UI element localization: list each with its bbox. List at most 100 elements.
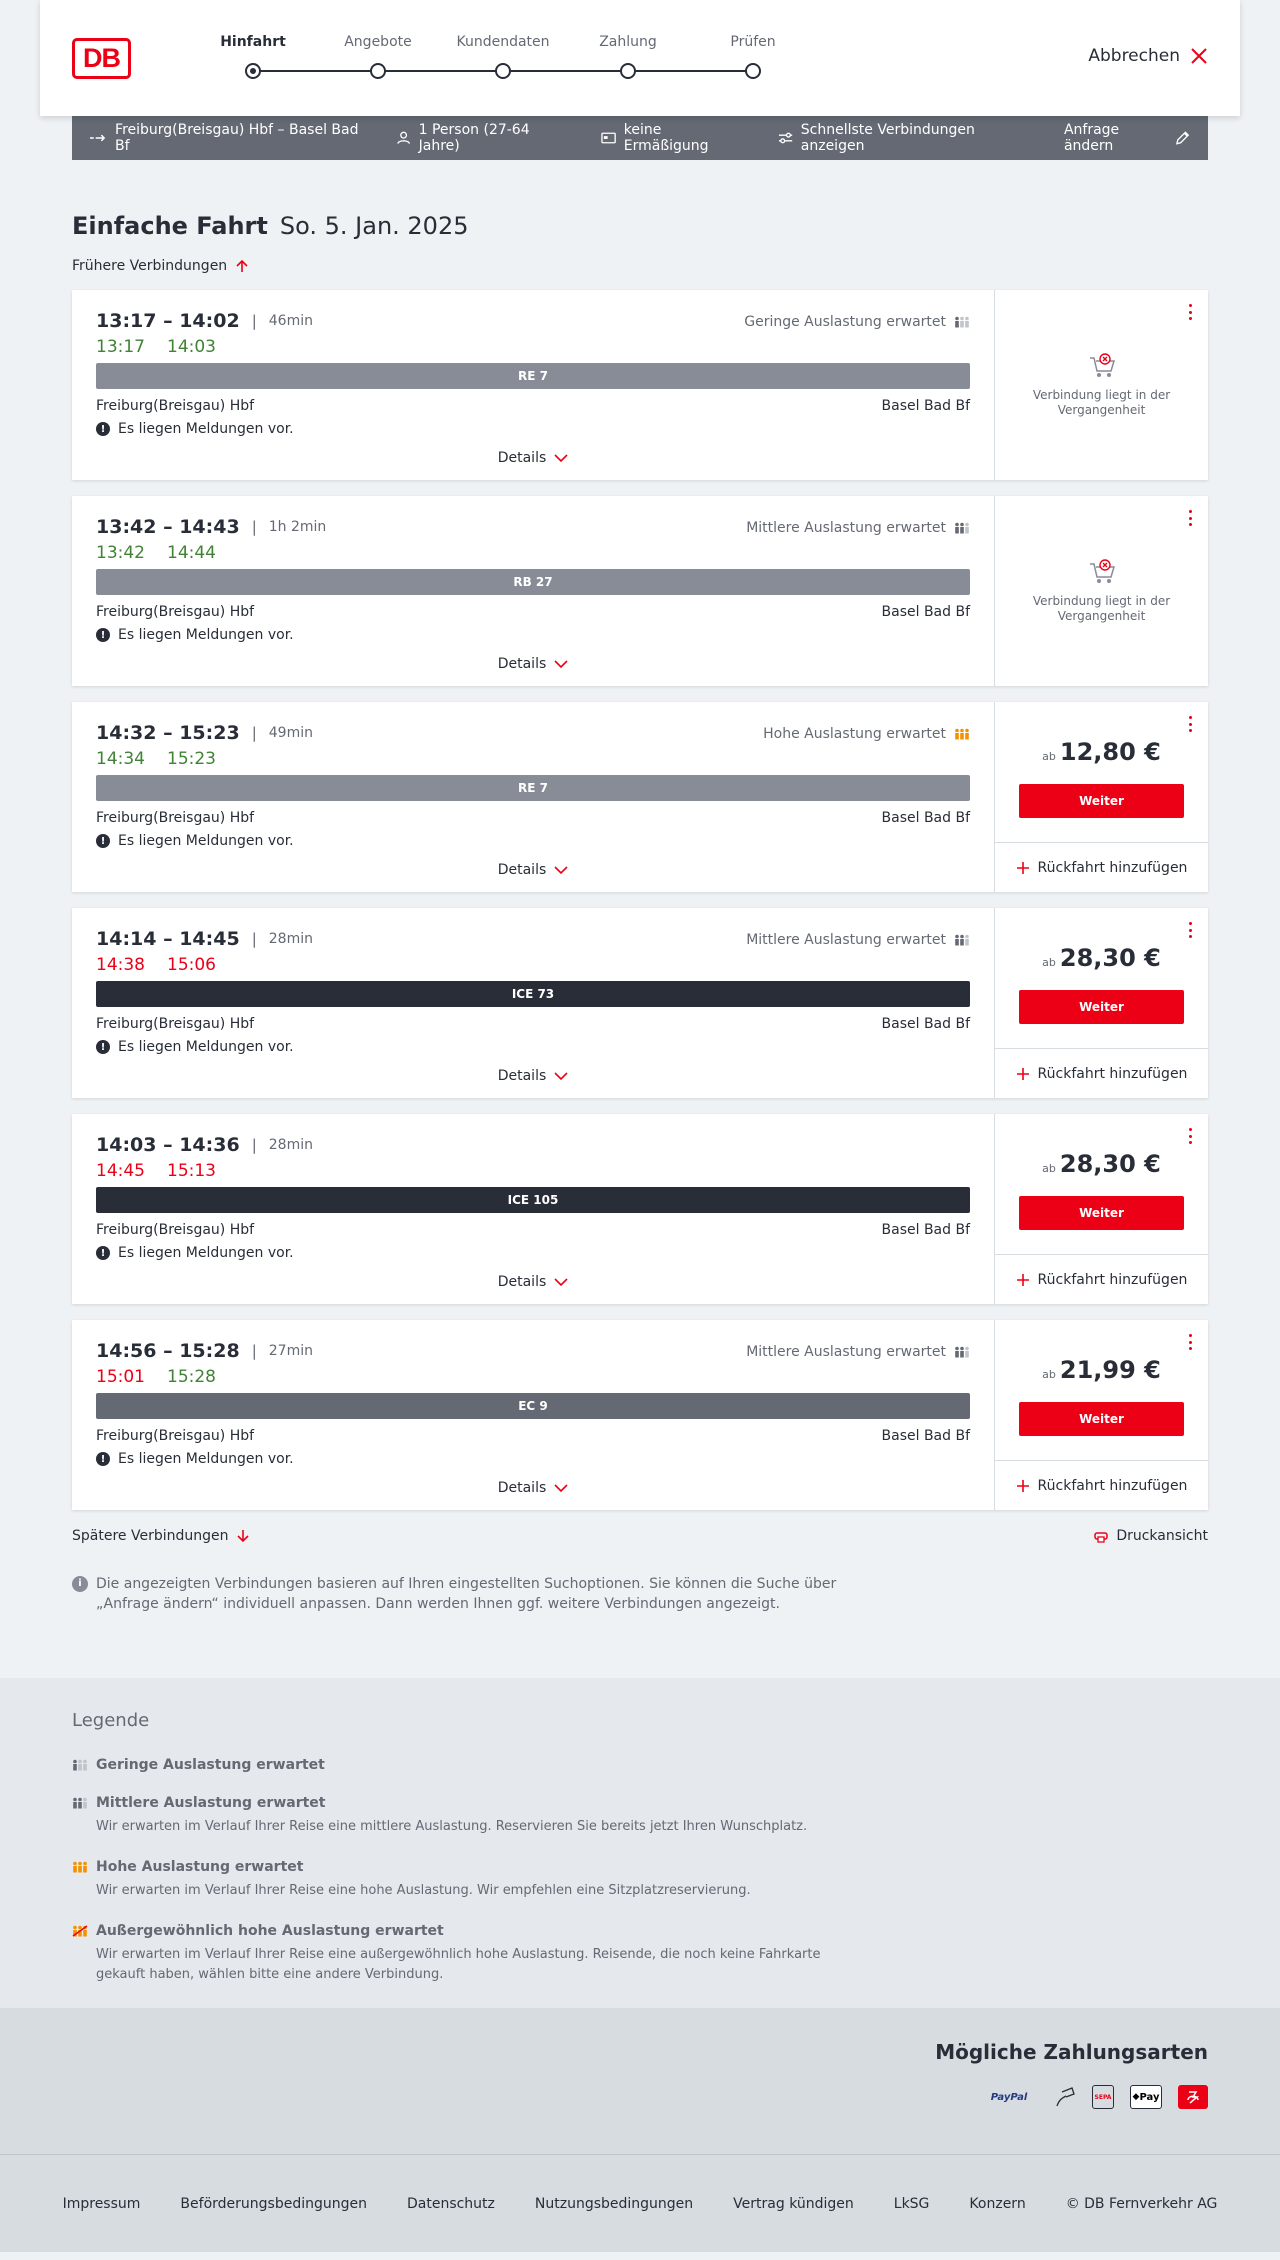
footer-link-konzern[interactable]: Konzern [969, 2196, 1025, 2212]
message-text: Es liegen Meldungen vor. [118, 1039, 294, 1055]
departure-station: Freiburg(Breisgau) Hbf [96, 398, 255, 414]
train-bar[interactable]: RB 27 [96, 569, 970, 595]
persons-label: 1 Person (27-64 Jahre) [418, 122, 530, 154]
payment-title: Mögliche Zahlungsarten [935, 2040, 1208, 2064]
price-prefix: ab [1042, 1368, 1056, 1381]
train-bar[interactable]: RE 7 [96, 775, 970, 801]
realtime-departure: 14:34 [96, 749, 145, 769]
more-options-icon[interactable] [1188, 1334, 1192, 1350]
add-return-button[interactable]: Rückfahrt hinzufügen [995, 1460, 1208, 1510]
details-toggle[interactable]: Details [72, 1274, 994, 1290]
add-return-button[interactable]: Rückfahrt hinzufügen [995, 1048, 1208, 1098]
occupancy-indicator: Hohe Auslastung erwartet [763, 726, 970, 742]
duration: 28min [268, 1137, 313, 1153]
occupancy-label: Mittlere Auslastung erwartet [746, 520, 946, 536]
connection-details[interactable]: 13:42 – 14:43 | 1h 2min Mittlere Auslastung… [72, 496, 995, 686]
chevron-down-icon [554, 1278, 568, 1287]
price: ab 28,30 € [995, 944, 1208, 972]
legend-item-title: Außergewöhnlich hohe Auslastung erwartet [96, 1923, 444, 1939]
db-logo[interactable]: DB [72, 38, 131, 79]
change-request-label: Anfrage ändern [1063, 122, 1120, 154]
continue-button[interactable]: Weiter [1019, 784, 1184, 818]
legend-item-title-row: Außergewöhnlich hohe Auslastung erwartet [72, 1923, 1208, 1939]
price-amount: 12,80 € [1059, 738, 1161, 766]
message-notice: ! Es liegen Meldungen vor. [96, 1451, 294, 1467]
offer-panel: ab 12,80 € Weiter Rückfahrt hinzufügen [995, 702, 1208, 892]
close-icon [1191, 48, 1207, 64]
continue-button[interactable]: Weiter [1019, 990, 1184, 1024]
occupancy-level-icon [73, 1797, 87, 1809]
plus-icon [1016, 1273, 1029, 1286]
info-icon: i [72, 1576, 88, 1592]
details-toggle[interactable]: Details [72, 450, 994, 466]
chevron-down-icon [554, 866, 568, 875]
past-text: Verbindung liegt in der Vergangenheit [1032, 388, 1171, 417]
footer-link-lksg[interactable]: LkSG [894, 2196, 930, 2212]
add-return-button[interactable]: Rückfahrt hinzufügen [995, 1254, 1208, 1304]
add-return-label: Rückfahrt hinzufügen [1037, 1477, 1188, 1494]
realtime-arrival: 14:44 [167, 543, 216, 563]
past-notice: Verbindung liegt in der Vergangenheit [995, 352, 1208, 418]
connection-details[interactable]: 14:14 – 14:45 | 28min Mittlere Auslastung e… [72, 908, 995, 1098]
later-connections-link[interactable]: Spätere Verbindungen [72, 1528, 250, 1544]
arrival-station: Basel Bad Bf [881, 1222, 970, 1238]
creditcard-hand-icon [1054, 2085, 1076, 2109]
details-toggle[interactable]: Details [72, 1480, 994, 1496]
train-bar[interactable]: RE 7 [96, 363, 970, 389]
connection-details[interactable]: 14:03 – 14:36 | 28min 14:45 15:13 ICE 105 Frei… [72, 1114, 995, 1304]
more-options-icon[interactable] [1188, 510, 1192, 526]
fastest-toggle[interactable]: Schnellste Verbindungen anzeigen [778, 122, 1030, 154]
earlier-label: Frühere Verbindungen [72, 258, 228, 274]
realtime-times: 14:34 15:23 [96, 749, 216, 769]
connection-details[interactable]: 13:17 – 14:02 | 46min Geringe Auslastung er… [72, 290, 995, 480]
footer-link-impressum[interactable]: Impressum [63, 2196, 141, 2212]
route-label: Freiburg(Breisgau) Hbf – Basel Bad Bf [115, 122, 359, 154]
planned-time: 14:14 – 14:45 [96, 928, 240, 950]
train-bar[interactable]: EC 9 [96, 1393, 970, 1419]
arrow-up-icon [236, 259, 248, 272]
footer-link-datenschutz[interactable]: Datenschutz [407, 2196, 495, 2212]
alert-icon: ! [96, 1246, 110, 1260]
fastest-label: Schnellste Verbindungen anzeigen [800, 122, 975, 154]
departure-station: Freiburg(Breisgau) Hbf [96, 1222, 255, 1238]
connection-details[interactable]: 14:32 – 15:23 | 49min Hohe Auslastung erwar… [72, 702, 995, 892]
departure-station: Freiburg(Breisgau) Hbf [96, 1428, 255, 1444]
booking-header: DB Hinfahrt Angebote Kundendaten Zahlung… [40, 0, 1240, 116]
footer-link-vertrag-kuendigen[interactable]: Vertrag kündigen [733, 2196, 854, 2212]
schedule-times: 14:32 – 15:23 | 49min [96, 722, 313, 744]
payment-methods-section: Mögliche Zahlungsarten PayPal SEPA ◆ Pay [0, 2008, 1280, 2154]
train-bar[interactable]: ICE 105 [96, 1187, 970, 1213]
train-bar[interactable]: ICE 73 [96, 981, 970, 1007]
continue-button[interactable]: Weiter [1019, 1196, 1184, 1230]
more-options-icon[interactable] [1188, 716, 1192, 732]
step-dot [245, 63, 261, 79]
legend-item: Hohe Auslastung erwartet Wir erwarten im … [72, 1859, 1208, 1901]
more-options-icon[interactable] [1188, 922, 1192, 938]
cancel-button[interactable]: Abbrechen [1088, 46, 1208, 66]
footer-link-befoerderungsbedingungen[interactable]: Beförderungsbedingungen [180, 2196, 367, 2212]
realtime-times: 13:17 14:03 [96, 337, 216, 357]
more-options-icon[interactable] [1188, 1128, 1192, 1144]
details-toggle[interactable]: Details [72, 656, 994, 672]
print-view-link[interactable]: Druckansicht [1094, 1528, 1208, 1544]
more-options-icon[interactable] [1188, 304, 1192, 320]
details-toggle[interactable]: Details [72, 1068, 994, 1084]
continue-button[interactable]: Weiter [1019, 1402, 1184, 1436]
occupancy-icon [955, 1346, 969, 1358]
realtime-arrival: 15:13 [167, 1161, 216, 1181]
step-dot [745, 63, 761, 79]
legend-item-description: Wir erwarten im Verlauf Ihrer Reise eine… [96, 1883, 751, 1898]
departure-station: Freiburg(Breisgau) Hbf [96, 810, 255, 826]
person-icon [397, 131, 411, 144]
details-toggle[interactable]: Details [72, 862, 994, 878]
footer-link-nutzungsbedingungen[interactable]: Nutzungsbedingungen [535, 2196, 693, 2212]
add-return-button[interactable]: Rückfahrt hinzufügen [995, 842, 1208, 892]
change-request-button[interactable]: Anfrage ändern [1064, 122, 1190, 154]
earlier-connections-link[interactable]: Frühere Verbindungen [72, 258, 1208, 274]
add-return-label: Rückfahrt hinzufügen [1037, 1271, 1188, 1288]
connection-details[interactable]: 14:56 – 15:28 | 27min Mittlere Auslastung e… [72, 1320, 995, 1510]
details-label: Details [497, 450, 547, 466]
occupancy-icon [955, 522, 969, 534]
separator: | [251, 724, 257, 742]
arrival-station: Basel Bad Bf [881, 1428, 970, 1444]
